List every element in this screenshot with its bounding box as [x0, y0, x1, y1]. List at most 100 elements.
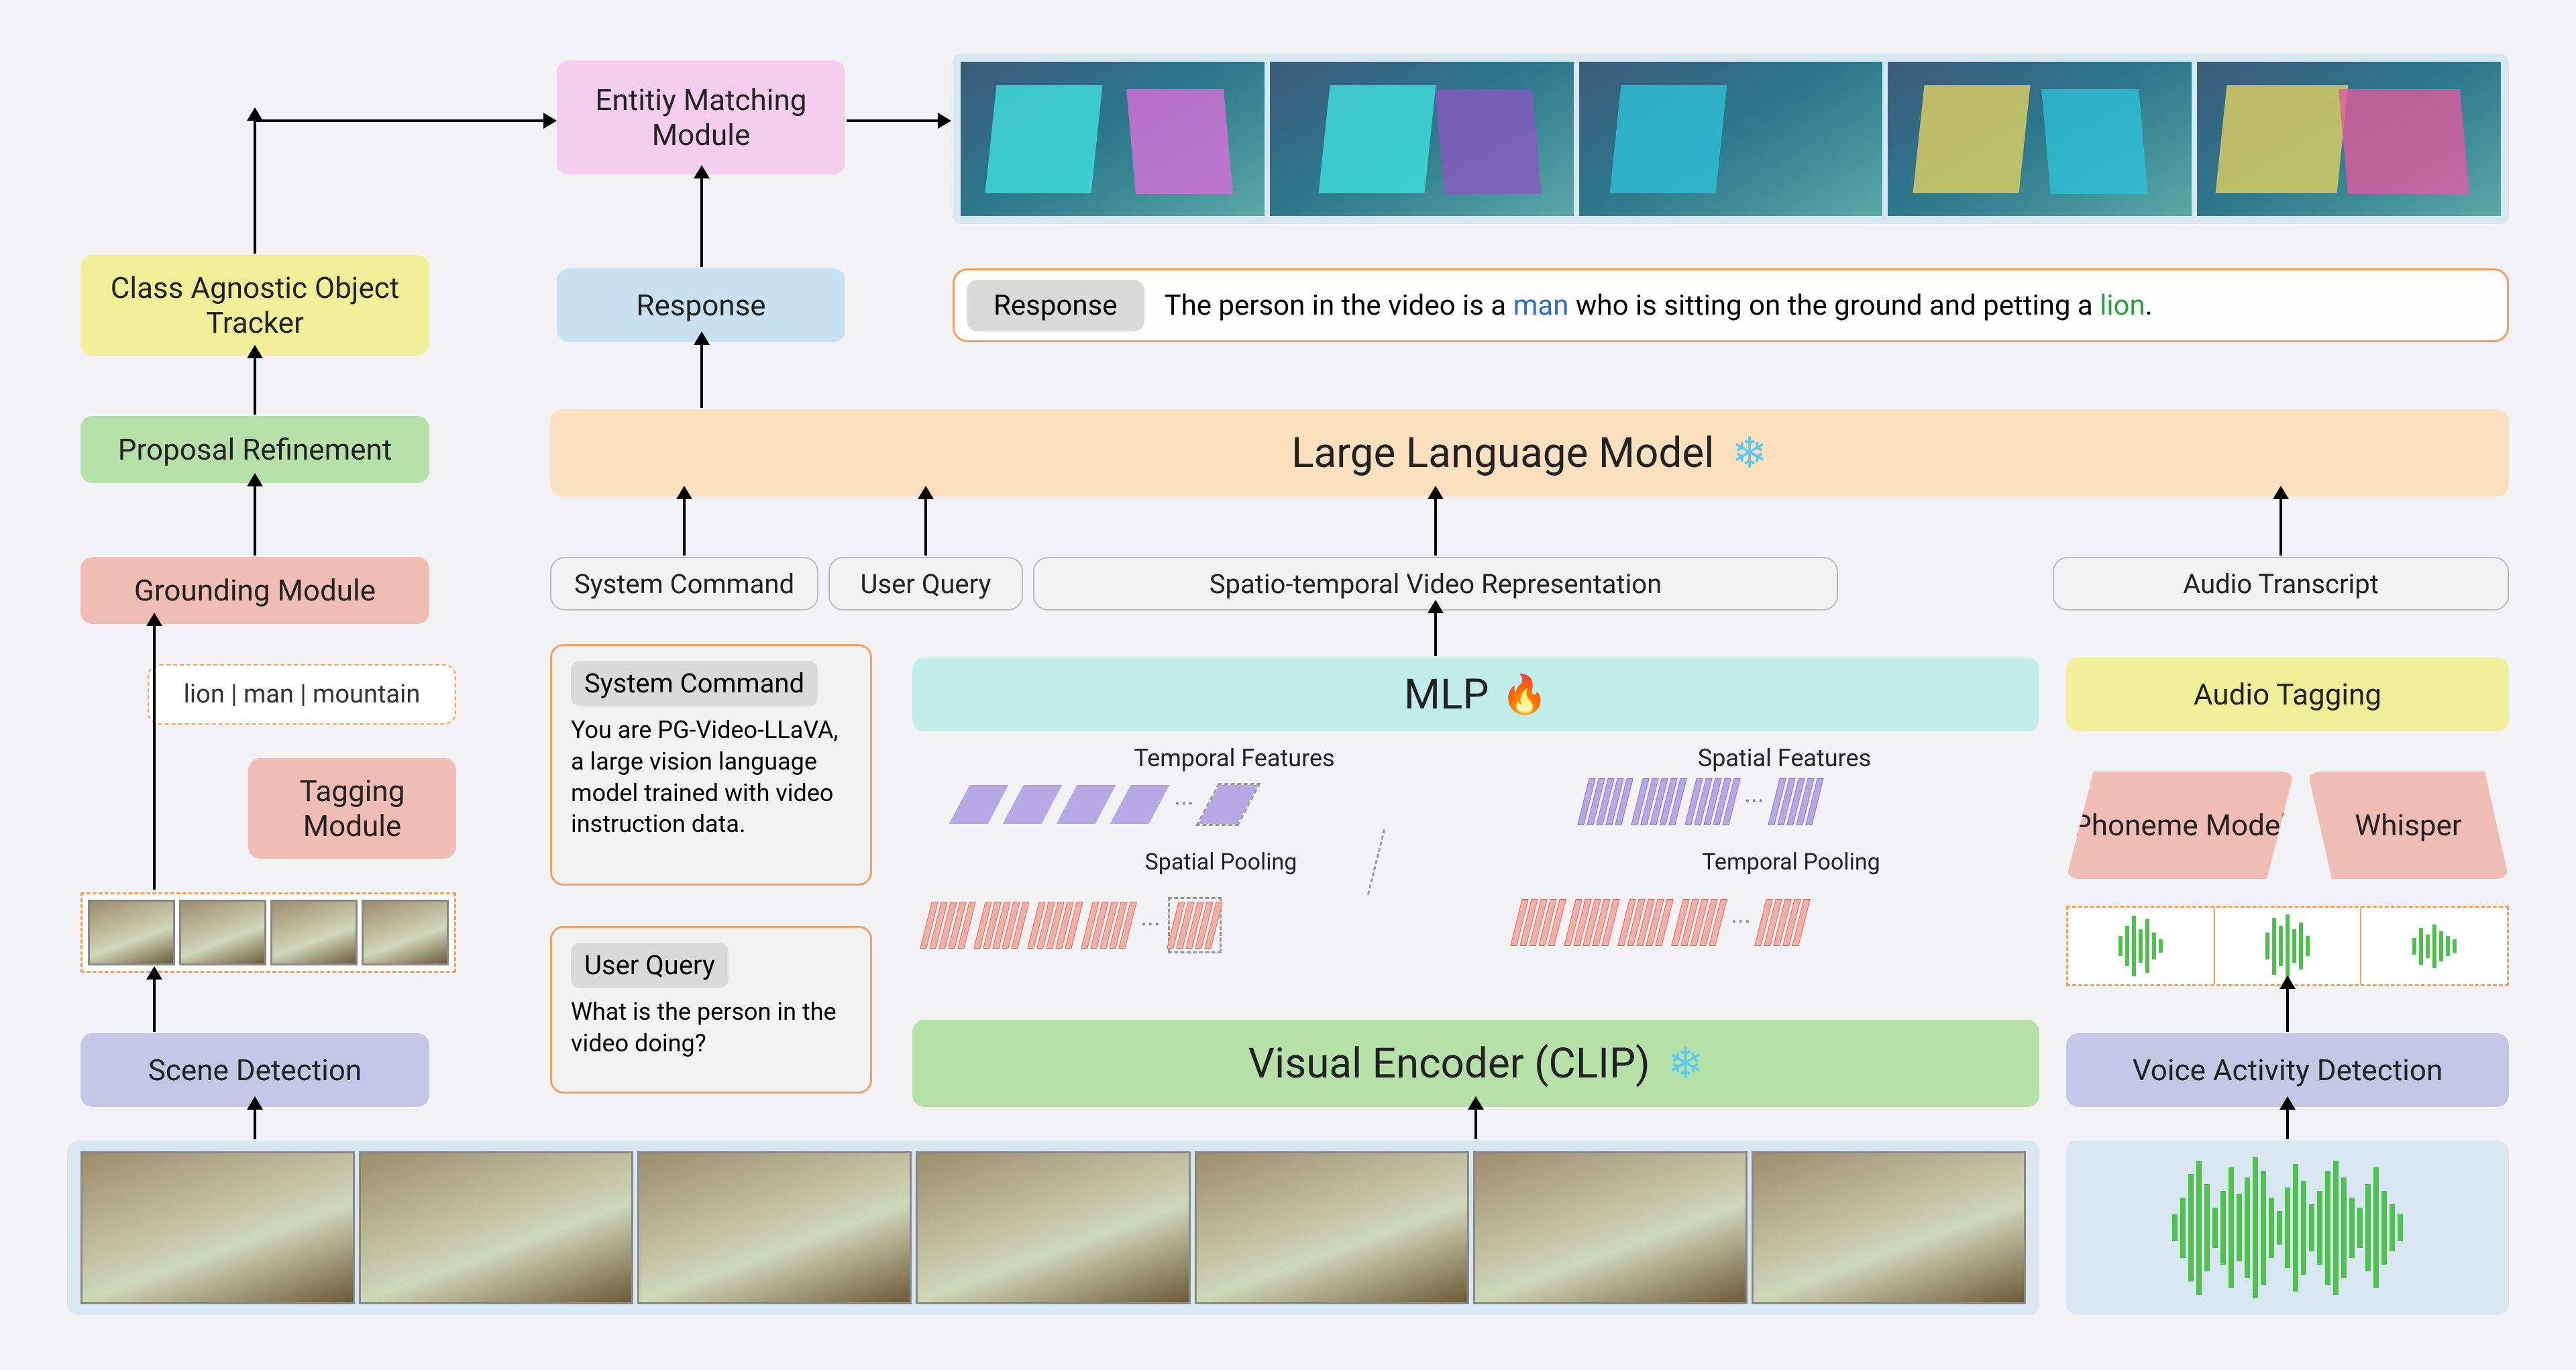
spatial-feature-blocks: ··· [1583, 778, 1818, 825]
scene-frame [270, 900, 358, 965]
system-command-pill-label: System Command [574, 568, 794, 600]
arrow [847, 119, 938, 122]
vad-label: Voice Activity Detection [2133, 1053, 2443, 1088]
tags-example-text: lion | man | mountain [184, 680, 421, 709]
output-frame [2197, 62, 2501, 216]
proposal-refinement-label: Proposal Refinement [118, 432, 392, 467]
pooling-link [1367, 829, 1385, 895]
output-frame [961, 62, 1265, 216]
audio-segment [2215, 908, 2362, 984]
video-frame [359, 1151, 633, 1304]
system-command-title: System Command [571, 661, 818, 706]
entity-matching-module: Entitiy Matching Module [557, 60, 845, 174]
arrow [1434, 499, 1437, 556]
user-query-pill-label: User Query [861, 568, 991, 600]
response-prefix: The person in the video is a [1165, 289, 1513, 322]
user-query-prompt: User Query What is the person in the vid… [550, 926, 872, 1094]
output-frame [1888, 62, 2192, 216]
response-suffix: . [2145, 289, 2153, 322]
phoneme-model-module: Phoneme Model [2066, 772, 2294, 879]
scene-frame [362, 900, 449, 965]
video-frame [80, 1151, 355, 1304]
arrow [1434, 613, 1437, 656]
audio-segment [2068, 908, 2215, 984]
user-query-body: What is the person in the video doing? [571, 996, 851, 1059]
object-tracker-label: Class Agnostic Object Tracker [80, 270, 429, 340]
scene-frame [179, 900, 266, 965]
system-command-body: You are PG-Video-LLaVA, a large vision l… [571, 715, 851, 840]
video-frame [1752, 1151, 2026, 1304]
video-frame [1473, 1151, 1748, 1304]
video-frame-strip [80, 1151, 2026, 1304]
visual-encoder-module: Visual Encoder (CLIP) ❄ [912, 1020, 2039, 1107]
arrow [254, 358, 256, 415]
arrow [254, 1110, 256, 1139]
arrow [700, 345, 703, 408]
response-chip: Response [967, 280, 1144, 331]
response-text: The person in the video is a man who is … [1165, 289, 2153, 322]
tags-example: lion | man | mountain [148, 664, 456, 725]
video-frame [1195, 1151, 1469, 1304]
scene-frame [88, 900, 175, 965]
snowflake-icon: ❄ [1668, 1039, 1704, 1089]
fire-icon: 🔥 [1501, 672, 1548, 717]
audio-segments [2066, 906, 2509, 986]
arrow [254, 119, 543, 122]
scene-detection-label: Scene Detection [148, 1053, 362, 1088]
visual-encoder-label: Visual Encoder (CLIP) [1248, 1039, 1650, 1088]
response-entity-man: man [1513, 289, 1569, 322]
whisper-module: Whisper [2308, 772, 2509, 879]
response-output: Response The person in the video is a ma… [953, 268, 2509, 342]
video-repr-pill-label: Spatio-temporal Video Representation [1210, 568, 1662, 600]
audio-transcript-pill: Audio Transcript [2053, 557, 2509, 611]
object-tracker-module: Class Agnostic Object Tracker [80, 255, 429, 356]
spatial-pooling-blocks: ··· [926, 899, 1220, 951]
phoneme-model-label: Phoneme Model [2073, 808, 2288, 843]
arrow [2286, 989, 2289, 1032]
arrow [254, 486, 256, 556]
spatial-pooling-label: Spatial Pooling [1100, 845, 1342, 879]
system-command-prompt: System Command You are PG-Video-LLaVA, a… [550, 644, 872, 886]
arrow [2279, 499, 2282, 556]
scene-frame-strip [80, 892, 456, 973]
response-entity-lion: lion [2100, 289, 2145, 322]
grounding-module: Grounding Module [80, 557, 429, 624]
arrow [2286, 1110, 2289, 1139]
mlp-module: MLP 🔥 [912, 657, 2039, 731]
audio-segment [2361, 908, 2507, 984]
audio-transcript-pill-label: Audio Transcript [2183, 568, 2379, 600]
user-query-pill: User Query [828, 557, 1023, 611]
entity-matching-label: Entitiy Matching Module [557, 83, 845, 152]
grounding-module-label: Grounding Module [134, 573, 376, 608]
llm-module: Large Language Model ❄ [550, 409, 2509, 496]
tagging-module: Tagging Module [248, 758, 456, 859]
arrow [153, 626, 156, 890]
temporal-pooling-blocks: ··· [1516, 899, 1805, 946]
snowflake-icon: ❄ [1731, 428, 1768, 478]
temporal-feature-blocks: ··· [959, 785, 1248, 824]
mlp-label: MLP [1404, 670, 1489, 719]
temporal-features-label: Temporal Features [1093, 738, 1375, 778]
audio-tagging-module: Audio Tagging [2066, 657, 2509, 731]
audio-waveform [2086, 1154, 2489, 1302]
audio-tagging-label: Audio Tagging [2194, 677, 2381, 712]
video-frame [916, 1151, 1190, 1304]
output-frame [1270, 62, 1574, 216]
arrow [153, 980, 156, 1032]
llm-label: Large Language Model [1291, 429, 1714, 478]
response-mid: who is sitting on the ground and petting… [1568, 289, 2100, 322]
arrow [924, 499, 927, 556]
video-frame [637, 1151, 912, 1304]
arrow [254, 121, 256, 254]
user-query-title: User Query [571, 943, 729, 988]
spatial-features-label: Spatial Features [1664, 738, 1905, 778]
output-segmentation-strip [953, 54, 2509, 224]
system-command-pill: System Command [550, 557, 818, 611]
whisper-label: Whisper [2355, 808, 2462, 843]
output-frame [1579, 62, 1883, 216]
tagging-module-label: Tagging Module [248, 774, 456, 843]
arrow [683, 499, 686, 556]
response-box-label: Response [636, 288, 765, 323]
temporal-pooling-label: Temporal Pooling [1664, 845, 1919, 879]
arrow [1474, 1110, 1477, 1139]
